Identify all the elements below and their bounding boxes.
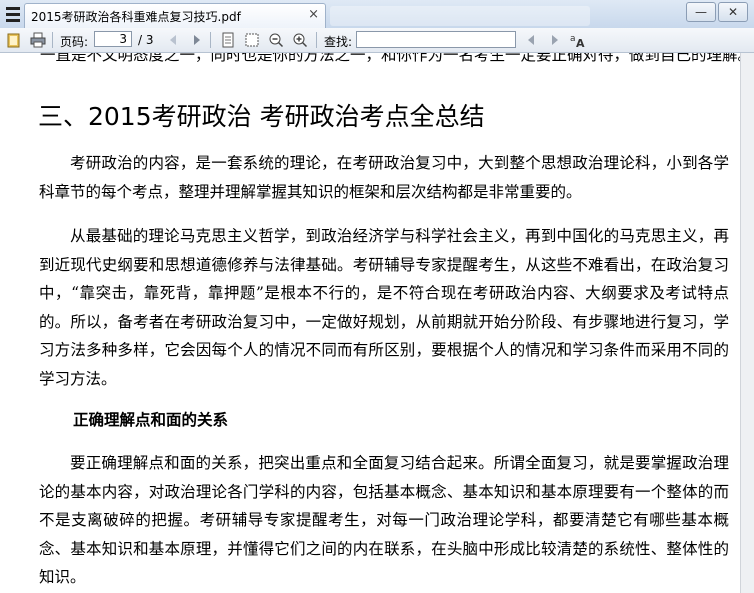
close-window-button[interactable]: ✕ — [718, 2, 748, 22]
toolbar-separator — [210, 32, 211, 48]
fit-page-icon[interactable] — [220, 32, 236, 48]
vertical-scrollbar[interactable] — [740, 53, 754, 593]
paragraph-2: 从最基础的理论马克思主义哲学，到政治经济学与科学社会主义，再到中国化的马克思主义… — [39, 227, 729, 388]
tab-strip-background — [330, 6, 590, 26]
page-number-input[interactable]: 3 — [94, 31, 132, 47]
find-prev-icon[interactable] — [524, 32, 540, 48]
print-icon[interactable] — [30, 32, 46, 48]
document-tab[interactable]: 2015考研政治各科重难点复习技巧.pdf × — [24, 3, 326, 28]
tab-close-icon[interactable]: × — [308, 7, 319, 22]
toolbar: 页码: 3 / 3 查找: a A — [0, 28, 754, 53]
match-case-icon[interactable]: a A — [570, 32, 586, 48]
tab-title: 2015考研政治各科重难点复习技巧.pdf — [31, 10, 241, 24]
title-bar: 2015考研政治各科重难点复习技巧.pdf × — ✕ — [0, 0, 754, 29]
minimize-button[interactable]: — — [686, 2, 716, 22]
toolbar-separator — [52, 32, 53, 48]
svg-text:A: A — [576, 37, 585, 48]
page-total: / 3 — [138, 33, 154, 47]
page-label: 页码: — [60, 35, 89, 49]
toolbar-separator — [316, 32, 317, 48]
subheading: 正确理解点和面的关系 — [73, 411, 229, 429]
prev-page-icon[interactable] — [166, 32, 182, 48]
menu-icon[interactable] — [4, 4, 22, 22]
find-next-icon[interactable] — [546, 32, 562, 48]
find-input[interactable] — [356, 31, 516, 48]
next-page-icon[interactable] — [188, 32, 204, 48]
zoom-in-icon[interactable] — [292, 32, 308, 48]
partial-text-line: 一直是不文明态度之一，同时也是你的方法之一，和你作为一名考生一定要正确对待，做到… — [40, 53, 740, 64]
zoom-out-icon[interactable] — [268, 32, 284, 48]
section-heading: 三、2015考研政治 考研政治考点全总结 — [38, 102, 485, 131]
svg-text:a: a — [570, 34, 576, 44]
paragraph-1: 考研政治的内容，是一套系统的理论，在考研政治复习中，大到整个思想政治理论科，小到… — [39, 154, 729, 201]
open-file-icon[interactable] — [6, 32, 22, 48]
fit-width-icon[interactable] — [244, 32, 260, 48]
find-label: 查找: — [324, 35, 353, 49]
paragraph-3: 要正确理解点和面的关系，把突出重点和全面复习结合起来。所谓全面复习，就是要掌握政… — [39, 454, 729, 587]
document-page[interactable]: 一直是不文明态度之一，同时也是你的方法之一，和你作为一名考生一定要正确对待，做到… — [0, 53, 740, 593]
